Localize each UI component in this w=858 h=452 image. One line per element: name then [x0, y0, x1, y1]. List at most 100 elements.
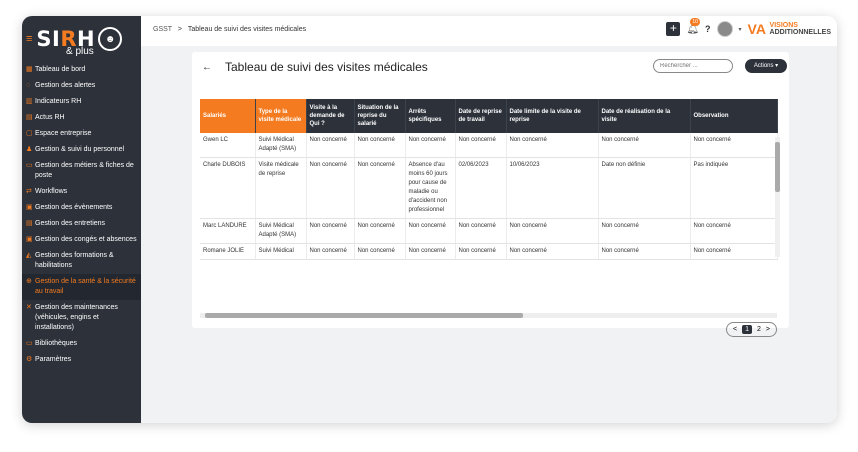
page-header: ← Tableau de suivi des visites médicales — [202, 60, 428, 74]
column-header[interactable]: Situation de la reprise du salarié — [354, 99, 406, 133]
search-input[interactable] — [653, 59, 733, 73]
vertical-scrollbar[interactable] — [775, 137, 780, 257]
sidebar-item-8[interactable]: ▣ Gestion des évènements — [22, 200, 141, 216]
tools-icon: ✕ — [26, 304, 32, 311]
breadcrumb: GSST > Tableau de suivi des visites médi… — [153, 26, 306, 33]
table-row[interactable]: Marc LANDURE Suivi Médical Adapté (SMA) No… — [200, 218, 778, 244]
sidebar-item-13[interactable]: ✕ Gestion des maintenances (véhicules, en… — [22, 300, 141, 336]
table-cell: Non concerné — [690, 243, 778, 260]
column-header[interactable]: Visite à la demande de Qui ? — [306, 99, 355, 133]
workflow-icon: ⇄ — [26, 188, 32, 195]
partner-line2: ADDITIONNELLES — [769, 29, 831, 36]
sidebar-item-7[interactable]: ⇄ Workflows — [22, 184, 141, 200]
column-header[interactable]: Type de la visite médicale — [255, 99, 307, 133]
sidebar-item-10[interactable]: ▣ Gestion des congés et absences — [22, 232, 141, 248]
table-cell: Pas indiquée — [690, 157, 778, 219]
brand-logo[interactable]: ≡ SIRH ☻ & plus — [22, 16, 141, 62]
pagination-page-1[interactable]: 1 — [742, 325, 752, 334]
building-icon: ▢ — [26, 130, 33, 137]
sidebar-item-3[interactable]: ▤ Actus RH — [22, 110, 141, 126]
calendar-icon: ▣ — [26, 204, 33, 211]
sidebar-item-12[interactable]: ⊕ Gestion de la santé & la sécurité au tr… — [22, 274, 141, 300]
sidebar-item-label: Indicateurs RH — [35, 98, 82, 105]
sidebar-item-label: Gestion des métiers & fiches de poste — [35, 162, 134, 179]
sidebar-item-0[interactable]: ▦ Tableau de bord — [22, 62, 141, 78]
table-header-row: Salariés Type de la visite médicale Visite… — [200, 99, 778, 133]
breadcrumb-root[interactable]: GSST — [153, 26, 172, 33]
sidebar-item-15[interactable]: ⚙ Paramètres — [22, 352, 141, 368]
chevron-down-icon[interactable]: ▾ — [739, 26, 742, 33]
app-window: ≡ SIRH ☻ & plus ▦ Tableau de bord ◌ Gestion… — [22, 16, 837, 423]
table-row[interactable]: Romane JOLIE Suivi Médical Non concerné Non… — [200, 243, 778, 260]
menu-icon[interactable]: ≡ — [26, 33, 32, 45]
topbar-actions: + 🔔︎ 10 ? ▾ VA VISIONS ADDITIONNELLES — [666, 17, 831, 38]
table-cell: Visite médicale de reprise — [255, 157, 307, 219]
pagination-page-2[interactable]: 2 — [757, 326, 761, 333]
calendar-off-icon: ▣ — [26, 236, 33, 243]
sidebar-item-label: Gestion des maintenances (véhicules, eng… — [35, 304, 118, 331]
table-row[interactable]: Charle DUBOIS Visite médicale de reprise N… — [200, 157, 778, 219]
main-card: ← Tableau de suivi des visites médicales… — [192, 52, 789, 337]
pagination-next[interactable]: > — [766, 326, 770, 333]
partner-mark-icon: VA — [747, 21, 766, 37]
grid-icon: ▦ — [26, 66, 33, 73]
column-header[interactable]: Arrêts spécifiques — [405, 99, 456, 133]
sidebar-item-label: Gestion des congés et absences — [35, 236, 137, 243]
table-cell: Suivi Médical — [255, 243, 307, 260]
table-cell: Non concerné — [405, 218, 456, 244]
table-cell: Suivi Médical Adapté (SMA) — [255, 218, 307, 244]
table-cell: Non concerné — [306, 218, 355, 244]
interview-icon: ▤ — [26, 220, 33, 227]
help-icon[interactable]: ? — [705, 24, 711, 34]
table-row[interactable]: Gwen LC Suivi Médical Adapté (SMA) Non con… — [200, 133, 778, 158]
brand-circle-icon: ☻ — [98, 27, 123, 51]
table-cell: Gwen LC — [200, 133, 256, 158]
add-button[interactable]: + — [666, 22, 681, 36]
sidebar-item-label: Gestion de la santé & la sécurité au tra… — [35, 278, 136, 295]
column-header[interactable]: Observation — [690, 99, 778, 133]
column-header[interactable]: Salariés — [200, 99, 256, 133]
news-icon: ▤ — [26, 114, 33, 121]
sidebar-item-1[interactable]: ◌ Gestion des alertes — [22, 78, 141, 94]
chart-icon: ▥ — [26, 98, 33, 105]
sidebar-item-9[interactable]: ▤ Gestion des entretiens — [22, 216, 141, 232]
table-cell: Non concerné — [306, 157, 355, 219]
table-cell: Non concerné — [598, 218, 691, 244]
page-title: Tableau de suivi des visites médicales — [225, 60, 428, 74]
table-cell: Date non définie — [598, 157, 691, 219]
sidebar-item-label: Bibliothèques — [35, 340, 78, 347]
sidebar-item-6[interactable]: ▭ Gestion des métiers & fiches de poste — [22, 158, 141, 184]
table-cell: Non concerné — [306, 243, 355, 260]
sidebar-item-4[interactable]: ▢ Espace entreprise — [22, 126, 141, 142]
notification-bell-icon[interactable]: 🔔︎ 10 — [686, 17, 700, 35]
actions-button[interactable]: Actions ▾ — [745, 59, 787, 73]
horizontal-scrollbar[interactable] — [200, 313, 777, 318]
table-cell: Non concerné — [455, 218, 507, 244]
sidebar-item-label: Gestion des évènements — [35, 204, 113, 211]
table-cell: Charle DUBOIS — [200, 157, 256, 219]
pagination-prev[interactable]: < — [733, 326, 737, 333]
column-header[interactable]: Date de reprise de travail — [455, 99, 507, 133]
pagination: < 1 2 > — [726, 322, 777, 337]
topbar: GSST > Tableau de suivi des visites médi… — [141, 16, 837, 46]
sidebar-item-label: Tableau de bord — [35, 66, 86, 73]
back-arrow-icon[interactable]: ← — [202, 62, 212, 73]
folder-icon: ▭ — [26, 162, 33, 169]
breadcrumb-separator: > — [177, 26, 182, 33]
graduation-icon: ◭ — [26, 252, 32, 259]
table-cell: Non concerné — [506, 243, 599, 260]
sidebar-item-2[interactable]: ▥ Indicateurs RH — [22, 94, 141, 110]
table-cell: Non concerné — [455, 243, 507, 260]
column-header[interactable]: Date limite de la visite de reprise — [506, 99, 599, 133]
sidebar-item-14[interactable]: ▭ Bibliothèques — [22, 336, 141, 352]
gear-icon: ⚙ — [26, 356, 33, 363]
column-header[interactable]: Date de réalisation de la visite — [598, 99, 691, 133]
bell-icon: ◌ — [26, 82, 31, 89]
breadcrumb-current: Tableau de suivi des visites médicales — [187, 26, 307, 33]
sidebar-item-label: Gestion des formations & habilitations — [35, 252, 114, 269]
sidebar-item-label: Workflows — [35, 188, 68, 195]
sidebar-item-5[interactable]: ♟ Gestion & suivi du personnel — [22, 142, 141, 158]
avatar[interactable] — [716, 21, 733, 37]
users-icon: ♟ — [26, 146, 33, 153]
sidebar-item-11[interactable]: ◭ Gestion des formations & habilitations — [22, 248, 141, 274]
